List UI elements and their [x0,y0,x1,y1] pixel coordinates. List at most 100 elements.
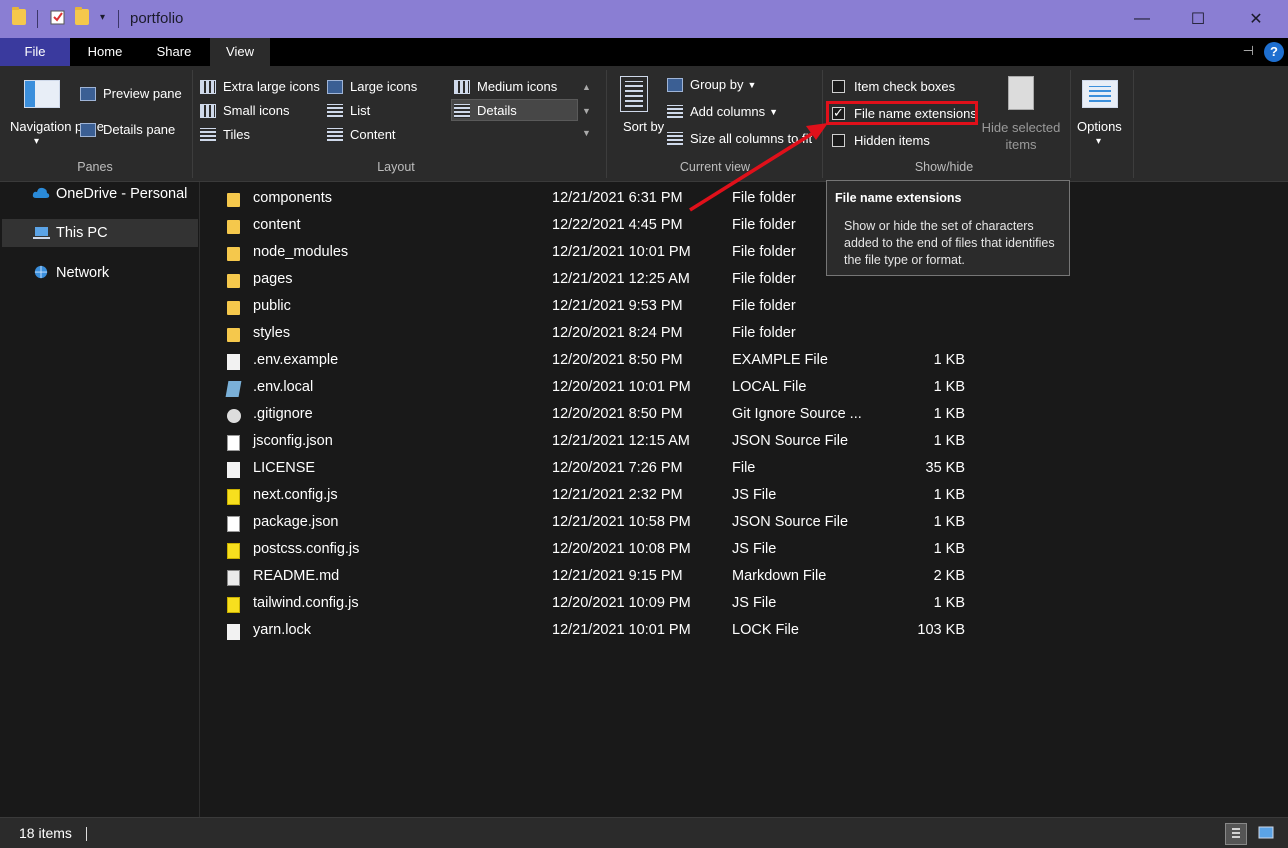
file-date: 12/21/2021 10:01 PM [552,622,691,638]
folder-icon [12,7,26,25]
customize-quick-access-icon[interactable]: ▾ [100,12,105,23]
gear-icon [227,409,241,423]
file-row[interactable]: yarn.lock 12/21/2021 10:01 PM LOCK File 103… [227,618,987,645]
layout-label: Details [477,103,517,118]
file-size: 1 KB [933,514,965,530]
scrollbar[interactable] [1281,182,1288,817]
layout-large-icons[interactable]: Large icons [327,79,417,94]
maximize-button[interactable]: ☐ [1170,0,1226,38]
file-row[interactable]: public 12/21/2021 9:53 PM File folder [227,294,987,321]
tab-share[interactable]: Share [140,38,208,66]
layout-medium-icons[interactable]: Medium icons [454,79,557,94]
file-date: 12/22/2021 4:45 PM [552,217,683,233]
layout-extra-large-icons[interactable]: Extra large icons [200,79,320,94]
add-columns-button[interactable]: Add columns ▼ [667,104,778,119]
file-type: JS File [732,487,777,503]
close-button[interactable]: ✕ [1228,0,1284,38]
sort-by-label: Sort by [623,119,665,134]
scroll-up-icon[interactable]: ▲ [582,82,591,92]
layout-label: Medium icons [477,79,558,94]
preview-pane-label: Preview pane [103,86,182,101]
file-name: components [253,190,332,206]
file-type: EXAMPLE File [732,352,828,368]
tab-home[interactable]: Home [72,38,138,66]
file-row[interactable]: styles 12/20/2021 8:24 PM File folder [227,321,987,348]
file-date: 12/21/2021 10:01 PM [552,244,691,260]
file-type: JSON Source File [732,433,849,449]
small-icons-icon [200,103,216,118]
tooltip-body: Show or hide the set of characters added… [844,219,1055,267]
group-by-label: Group by [690,77,744,92]
file-date: 12/21/2021 9:53 PM [552,298,683,314]
help-icon[interactable]: ? [1264,42,1284,62]
file-size: 35 KB [925,460,966,476]
hide-items-icon [1008,76,1034,110]
file-type: File folder [732,190,796,206]
chevron-down-icon: ▼ [747,79,757,90]
file-list: components 12/21/2021 6:31 PM File folder c… [201,182,1281,817]
file-name: .env.local [253,379,314,395]
hidden-items-checkbox[interactable]: Hidden items [832,133,930,148]
preview-pane-button[interactable]: Preview pane [80,86,182,101]
file-row[interactable]: .env.example 12/20/2021 8:50 PM EXAMPLE Fi… [227,348,987,375]
tab-file[interactable]: File [0,38,70,66]
size-columns-icon [667,131,683,146]
details-pane-button[interactable]: Details pane [80,122,175,137]
nav-item-this-pc[interactable]: This PC [2,219,198,247]
large-icons-view-button[interactable] [1256,823,1278,845]
file-row[interactable]: jsconfig.json 12/21/2021 12:15 AM JSON Sou… [227,429,987,456]
highlight-box [826,101,978,125]
file-type: File [732,460,756,476]
large-icons-view-icon [1258,826,1274,839]
separator [118,10,119,28]
layout-list[interactable]: List [327,103,370,118]
properties-icon[interactable] [50,9,66,25]
size-all-columns-button[interactable]: Size all columns to fit [667,131,812,146]
js-icon [227,597,240,613]
file-row[interactable]: tailwind.config.js 12/20/2021 10:09 PM JS … [227,591,987,618]
file-name: content [253,217,301,233]
file-row[interactable]: .env.local 12/20/2021 10:01 PM LOCAL File 1… [225,375,987,402]
nav-item-network[interactable]: Network [2,259,198,287]
doc-icon [227,354,240,370]
item-check-boxes-checkbox[interactable]: Item check boxes [832,79,955,94]
folder-icon [227,193,240,207]
tab-view[interactable]: View [210,38,270,66]
file-date: 12/20/2021 7:26 PM [552,460,683,476]
file-row[interactable]: LICENSE 12/20/2021 7:26 PM File 35 KB [227,456,987,483]
file-size: 1 KB [933,352,965,368]
file-row[interactable]: package.json 12/21/2021 10:58 PM JSON Sour… [227,510,987,537]
md-icon [227,570,240,586]
details-view-button[interactable] [1225,823,1247,845]
details-pane-label: Details pane [103,122,176,137]
add-columns-label: Add columns [690,104,766,119]
nav-item-onedrive[interactable]: OneDrive - Personal [2,180,198,208]
layout-details[interactable]: Details [454,103,517,118]
expand-layout-icon[interactable]: ▼ [582,128,591,138]
chevron-down-icon: ▼ [769,106,779,117]
layout-tiles[interactable]: Tiles [200,127,250,142]
file-row[interactable]: .gitignore 12/20/2021 8:50 PM Git Ignore S… [227,402,987,429]
file-row[interactable]: next.config.js 12/21/2021 2:32 PM JS File 1… [227,483,987,510]
list-icon [327,103,343,118]
layout-small-icons[interactable]: Small icons [200,103,289,118]
file-size: 1 KB [933,379,965,395]
new-folder-icon[interactable] [75,7,89,25]
group-label-layout: Layout [377,160,415,174]
minimize-button[interactable]: — [1114,0,1170,38]
group-by-button[interactable]: Group by ▼ [667,77,756,92]
layout-label: Large icons [350,79,418,94]
layout-content[interactable]: Content [327,127,396,142]
file-date: 12/20/2021 10:01 PM [552,379,691,395]
chevron-down-icon: ▾ [34,136,40,147]
file-name: package.json [253,514,339,530]
file-date: 12/20/2021 8:50 PM [552,406,683,422]
layout-label: List [350,103,371,118]
scroll-down-icon[interactable]: ▼ [582,106,591,116]
sort-icon [620,76,648,112]
file-row[interactable]: postcss.config.js 12/20/2021 10:08 PM JS F… [227,537,987,564]
file-date: 12/20/2021 8:50 PM [552,352,683,368]
pin-ribbon-icon[interactable]: ⊣ [1243,43,1254,59]
tooltip: File name extensions Show or hide the se… [826,180,1070,276]
file-row[interactable]: README.md 12/21/2021 9:15 PM Markdown File… [227,564,987,591]
